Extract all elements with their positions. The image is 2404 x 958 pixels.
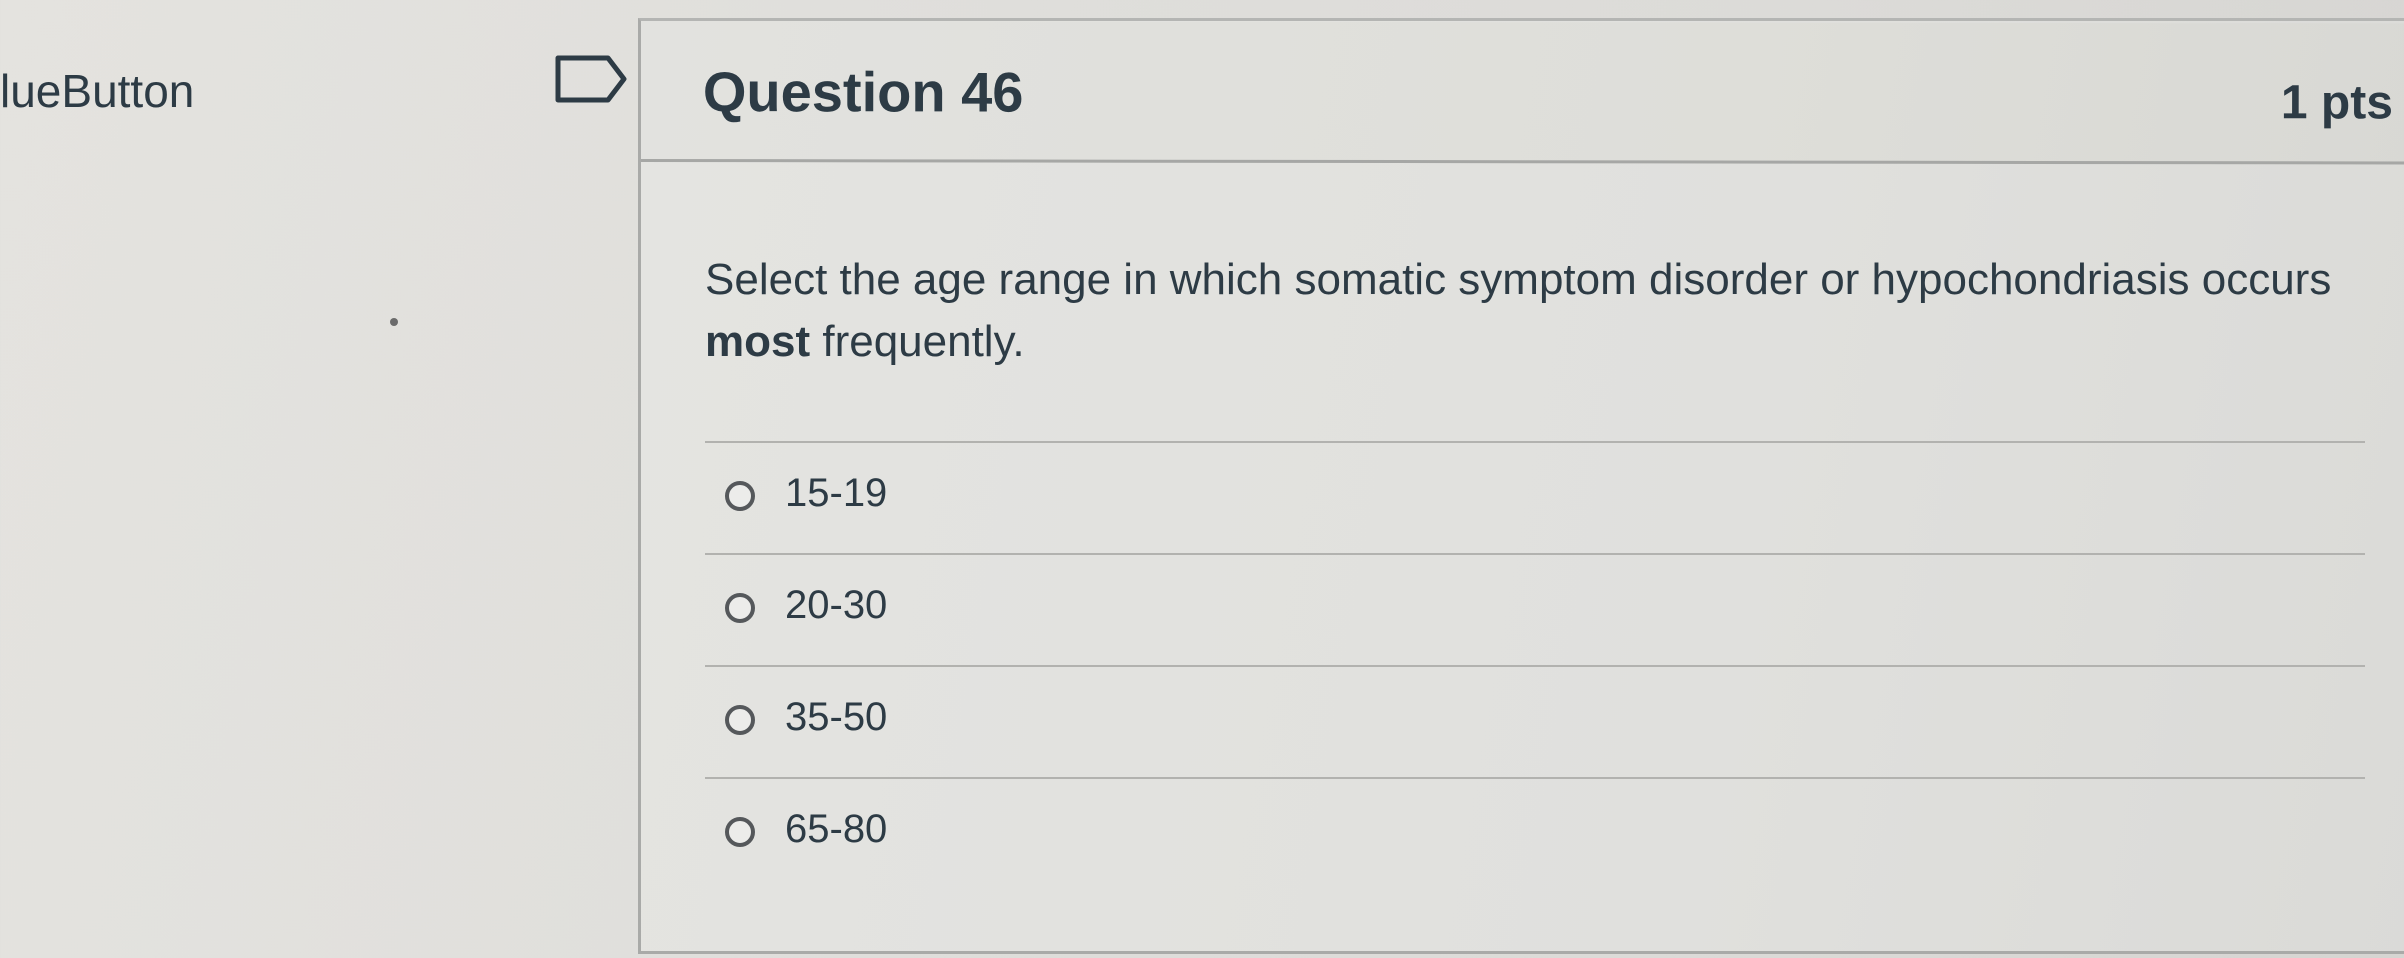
sidebar-item-label[interactable]: lueButton bbox=[0, 64, 194, 118]
answer-option[interactable]: 20-30 bbox=[705, 553, 2365, 665]
radio-icon[interactable] bbox=[725, 705, 755, 735]
decorative-dot bbox=[390, 318, 398, 326]
answer-option[interactable]: 35-50 bbox=[705, 665, 2365, 777]
answer-label[interactable]: 15-19 bbox=[785, 471, 887, 516]
question-points: 1 pts bbox=[2280, 76, 2393, 130]
question-text-part1: Select the age range in which somatic sy… bbox=[705, 255, 2332, 304]
radio-icon[interactable] bbox=[725, 817, 755, 847]
question-card: Question 46 1 pts Select the age range i… bbox=[638, 18, 2404, 954]
question-text-emphasis: most bbox=[705, 317, 811, 366]
question-text: Select the age range in which somatic sy… bbox=[705, 249, 2345, 373]
flag-icon[interactable] bbox=[554, 54, 630, 104]
answer-option[interactable]: 65-80 bbox=[705, 777, 2365, 889]
answer-label[interactable]: 35-50 bbox=[785, 695, 887, 740]
radio-icon[interactable] bbox=[725, 481, 755, 511]
question-header: Question 46 1 pts bbox=[641, 21, 2404, 165]
answer-label[interactable]: 20-30 bbox=[785, 583, 887, 628]
question-title: Question 46 bbox=[702, 60, 1024, 124]
answer-option[interactable]: 15-19 bbox=[705, 441, 2365, 553]
answer-label[interactable]: 65-80 bbox=[785, 807, 887, 852]
question-text-part2: frequently. bbox=[810, 317, 1025, 366]
answer-list: 15-19 20-30 35-50 65-80 bbox=[705, 441, 2365, 889]
radio-icon[interactable] bbox=[725, 593, 755, 623]
